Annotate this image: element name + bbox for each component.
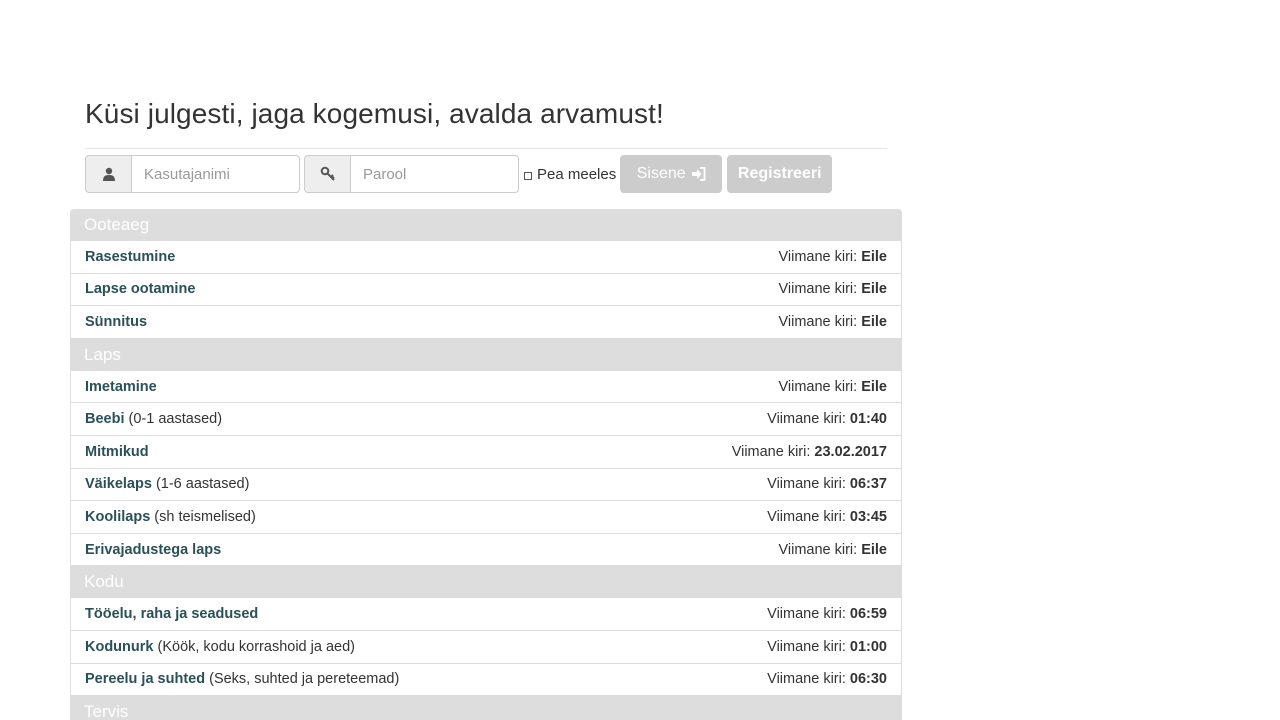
last-post-label: Viimane kiri: [767, 638, 846, 655]
forum-link[interactable]: Sünnitus [85, 314, 147, 330]
last-post-label: Viimane kiri: [778, 248, 858, 265]
last-post-time: Eile [861, 541, 887, 558]
forum-link[interactable]: Koolilaps [85, 509, 150, 525]
last-post-time: 23.02.2017 [814, 443, 887, 460]
forum-title-cell: Pereelu ja suhted (Seks, suhted ja peret… [85, 671, 399, 687]
forum-row: Koolilaps (sh teismelised) Viimane kiri: … [70, 501, 902, 534]
page-headline: Küsi julgesti, jaga kogemusi, avalda arv… [85, 98, 664, 129]
forum-list: Ooteaeg Rasestumine Viimane kiri: Eile Laps… [70, 209, 902, 720]
forum-title-cell: Mitmikud [85, 444, 149, 460]
remember-checkbox[interactable] [524, 172, 532, 180]
sign-in-icon [691, 167, 706, 181]
forum-link[interactable]: Lapse ootamine [85, 281, 195, 297]
forum-title-cell: Kodunurk (Köök, kodu korrashoid ja aed) [85, 639, 355, 655]
forum-link[interactable]: Mitmikud [85, 444, 149, 460]
last-post-label: Viimane kiri: [767, 671, 846, 688]
last-post-time: 06:59 [849, 606, 887, 623]
divider [85, 148, 887, 149]
last-post-info: Viimane kiri: Eile [778, 249, 887, 265]
user-icon [85, 155, 131, 193]
last-post-time: Eile [861, 281, 887, 298]
last-post-info: Viimane kiri: Eile [778, 314, 887, 330]
login-button-label: Sisene [636, 165, 686, 182]
forum-row: Rasestumine Viimane kiri: Eile [70, 241, 902, 274]
forum-title-cell: Koolilaps (sh teismelised) [85, 509, 256, 525]
forum-description: (sh teismelised) [154, 508, 256, 525]
last-post-label: Viimane kiri: [767, 606, 846, 623]
last-post-time: Eile [861, 378, 887, 395]
forum-row: Lapse ootamine Viimane kiri: Eile [70, 273, 902, 307]
forum-row: Erivajadustega laps Viimane kiri: Eile [70, 533, 902, 567]
last-post-time: 03:45 [849, 508, 887, 525]
forum-link[interactable]: Väikelaps [85, 476, 152, 492]
last-post-label: Viimane kiri: [778, 541, 858, 558]
forum-row: Kodunurk (Köök, kodu korrashoid ja aed) V… [70, 630, 902, 664]
key-icon [304, 155, 350, 193]
password-group [304, 155, 519, 193]
forum-row: Pereelu ja suhted (Seks, suhted ja peret… [70, 663, 902, 697]
remember-label: Pea meeles [537, 165, 617, 183]
forum-row: Tööelu, raha ja seadused Viimane kiri: 06… [70, 598, 902, 631]
last-post-time: 06:37 [849, 476, 887, 493]
forum-title-cell: Väikelaps (1-6 aastased) [85, 476, 249, 492]
username-group [85, 155, 300, 193]
forum-link[interactable]: Kodunurk [85, 639, 153, 655]
last-post-info: Viimane kiri: 01:40 [767, 411, 887, 427]
last-post-label: Viimane kiri: [778, 281, 858, 298]
register-button[interactable]: Registreeri [727, 155, 833, 193]
last-post-label: Viimane kiri: [767, 508, 846, 525]
last-post-info: Viimane kiri: 06:37 [767, 476, 887, 492]
forum-title-cell: Rasestumine [85, 249, 175, 265]
forum-link[interactable]: Imetamine [85, 379, 157, 395]
forum-row: Beebi (0-1 aastased) Viimane kiri: 01:40 [70, 403, 902, 436]
last-post-info: Viimane kiri: 06:59 [767, 606, 887, 622]
password-input[interactable] [350, 155, 519, 193]
last-post-time: 01:00 [849, 638, 887, 655]
forum-link[interactable]: Pereelu ja suhted [85, 671, 205, 687]
last-post-info: Viimane kiri: Eile [778, 379, 887, 395]
remember-me[interactable]: Pea meeles [524, 166, 616, 183]
forum-row: Väikelaps (1-6 aastased) Viimane kiri: 06… [70, 468, 902, 502]
forum-title-cell: Imetamine [85, 379, 157, 395]
forum-description: (Seks, suhted ja pereteemad) [209, 671, 400, 688]
forum-description: (Köök, kodu korrashoid ja aed) [157, 638, 355, 655]
username-input[interactable] [131, 155, 300, 193]
last-post-label: Viimane kiri: [778, 313, 858, 330]
forum-title-cell: Beebi (0-1 aastased) [85, 411, 222, 427]
last-post-info: Viimane kiri: Eile [778, 281, 887, 297]
last-post-info: Viimane kiri: 23.02.2017 [732, 444, 887, 460]
last-post-time: 06:30 [849, 671, 887, 688]
forum-row: Sünnitus Viimane kiri: Eile [70, 306, 902, 339]
last-post-info: Viimane kiri: 03:45 [767, 509, 887, 525]
forum-title-cell: Lapse ootamine [85, 281, 195, 297]
last-post-label: Viimane kiri: [767, 476, 846, 493]
forum-description: (0-1 aastased) [128, 411, 223, 428]
forum-link[interactable]: Rasestumine [85, 249, 175, 265]
last-post-time: 01:40 [849, 411, 887, 428]
forum-link[interactable]: Beebi [85, 411, 125, 427]
forum-title-cell: Erivajadustega laps [85, 542, 221, 558]
last-post-time: Eile [861, 248, 887, 265]
category-header: Kodu [70, 566, 902, 599]
forum-link[interactable]: Erivajadustega laps [85, 542, 221, 558]
last-post-time: Eile [861, 313, 887, 330]
forum-row: Imetamine Viimane kiri: Eile [70, 370, 902, 404]
last-post-label: Viimane kiri: [778, 378, 858, 395]
forum-title-cell: Tööelu, raha ja seadused [85, 606, 258, 622]
forum-description: (1-6 aastased) [155, 476, 250, 493]
forum-title-cell: Sünnitus [85, 314, 147, 330]
category-header: Ooteaeg [70, 209, 902, 241]
forum-link[interactable]: Tööelu, raha ja seadused [85, 606, 258, 622]
category-header: Laps [70, 338, 902, 371]
login-form: Pea meeles Sisene Registreeri [85, 155, 833, 193]
last-post-label: Viimane kiri: [731, 443, 811, 460]
category-header: Tervis [70, 696, 902, 720]
login-button[interactable]: Sisene [620, 155, 723, 193]
last-post-info: Viimane kiri: 06:30 [767, 671, 887, 687]
last-post-label: Viimane kiri: [767, 411, 846, 428]
forum-row: Mitmikud Viimane kiri: 23.02.2017 [70, 435, 902, 469]
last-post-info: Viimane kiri: Eile [778, 542, 887, 558]
last-post-info: Viimane kiri: 01:00 [767, 639, 887, 655]
